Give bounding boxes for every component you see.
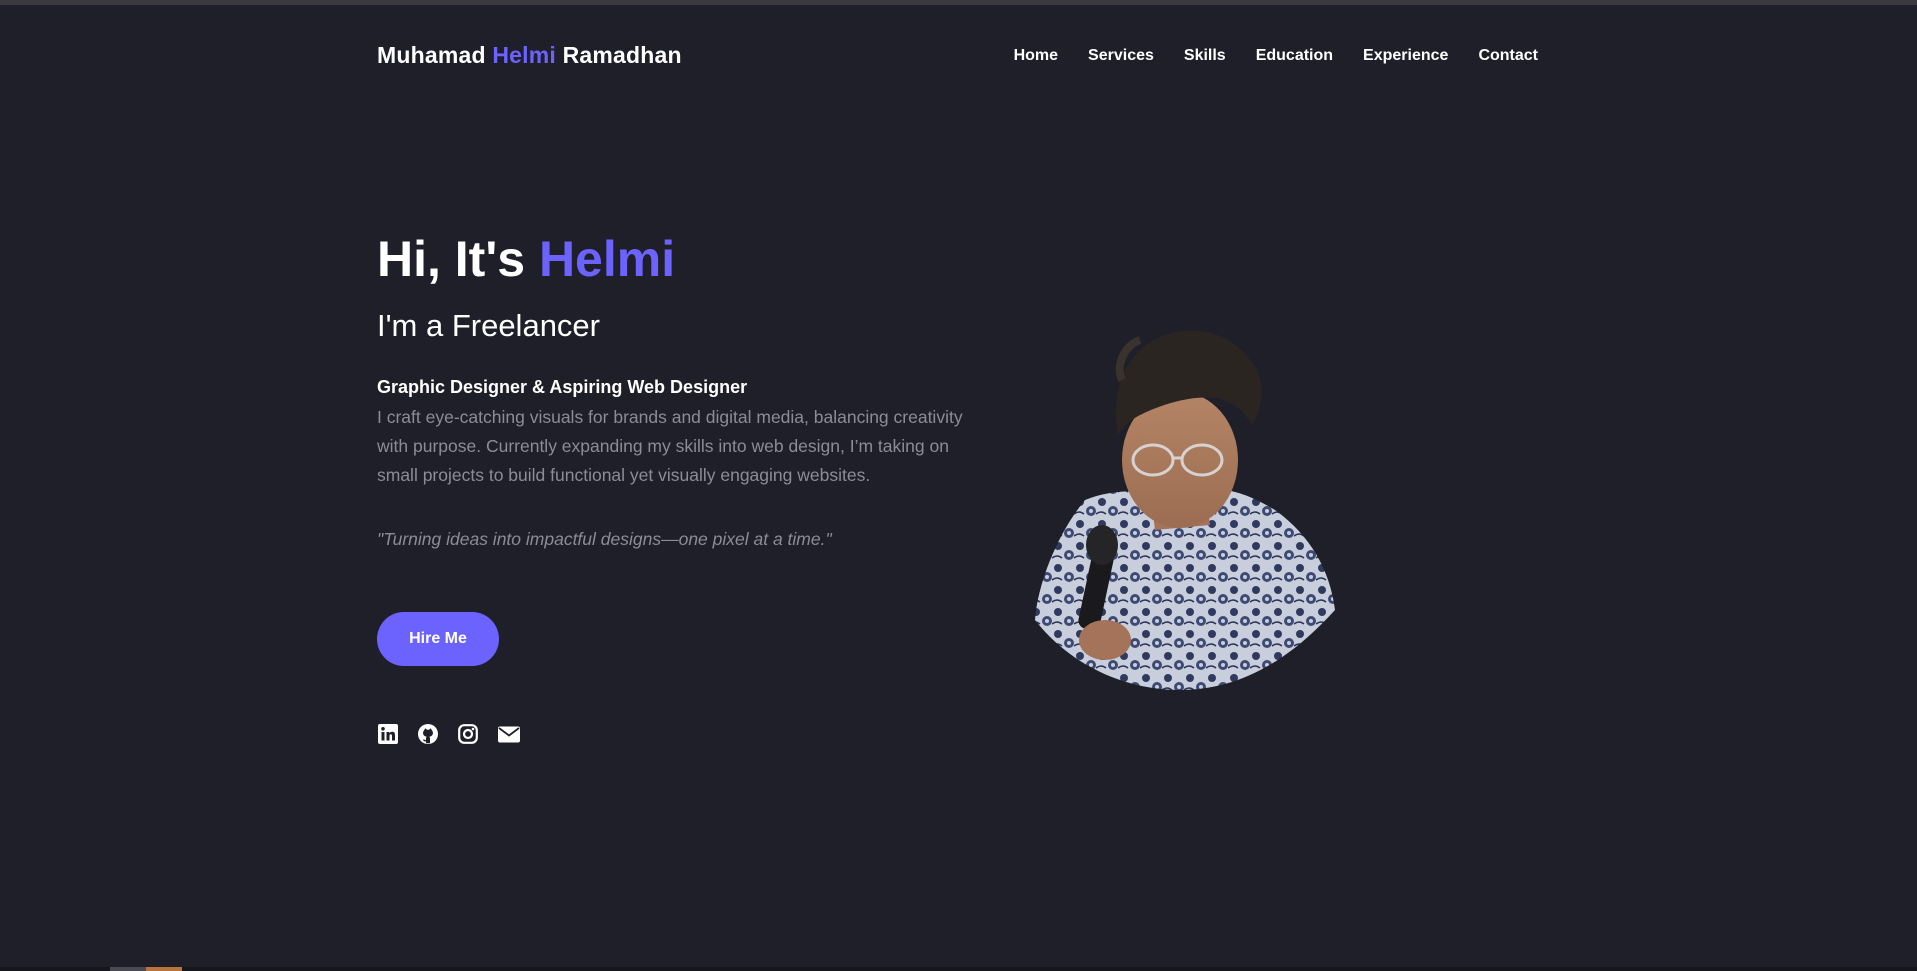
nav-experience[interactable]: Experience <box>1363 47 1448 65</box>
bottom-bar-segment <box>110 967 146 971</box>
linkedin-icon[interactable] <box>377 723 399 745</box>
site-logo[interactable]: Muhamad Helmi Ramadhan <box>377 42 682 69</box>
hero-greeting: Hi, It's <box>377 231 526 287</box>
social-links <box>377 723 520 745</box>
nav-home[interactable]: Home <box>1014 47 1058 65</box>
profile-photo <box>1030 320 1340 690</box>
hero-role: I'm a Freelancer <box>377 308 600 343</box>
logo-first-name: Muhamad <box>377 42 486 68</box>
logo-accent-name: Helmi <box>492 42 556 68</box>
hero-name: Helmi <box>538 231 676 287</box>
main-nav: Home Services Skills Education Experienc… <box>1014 47 1538 65</box>
bottom-bar-segment <box>146 967 182 971</box>
instagram-icon[interactable] <box>457 723 479 745</box>
email-icon[interactable] <box>497 723 520 745</box>
nav-education[interactable]: Education <box>1256 47 1333 65</box>
nav-contact[interactable]: Contact <box>1478 47 1538 65</box>
github-icon[interactable] <box>417 723 439 745</box>
hero-heading: Hi, It's Helmi <box>377 225 977 293</box>
hero-content: Hi, It's Helmi I'm a Freelancer Graphic … <box>377 225 977 550</box>
hero-description: I craft eye-catching visuals for brands … <box>377 407 963 485</box>
hero-subtitle: Graphic Designer & Aspiring Web Designer <box>377 377 748 397</box>
bottom-bar <box>0 967 1917 971</box>
nav-skills[interactable]: Skills <box>1184 47 1226 65</box>
site-header: Muhamad Helmi Ramadhan Home Services Ski… <box>377 40 1538 72</box>
window-top-border <box>0 0 1917 5</box>
hero-quote: "Turning ideas into impactful designs—on… <box>377 529 832 549</box>
nav-services[interactable]: Services <box>1088 47 1154 65</box>
logo-last-name: Ramadhan <box>562 42 682 68</box>
hire-me-button[interactable]: Hire Me <box>377 612 499 666</box>
